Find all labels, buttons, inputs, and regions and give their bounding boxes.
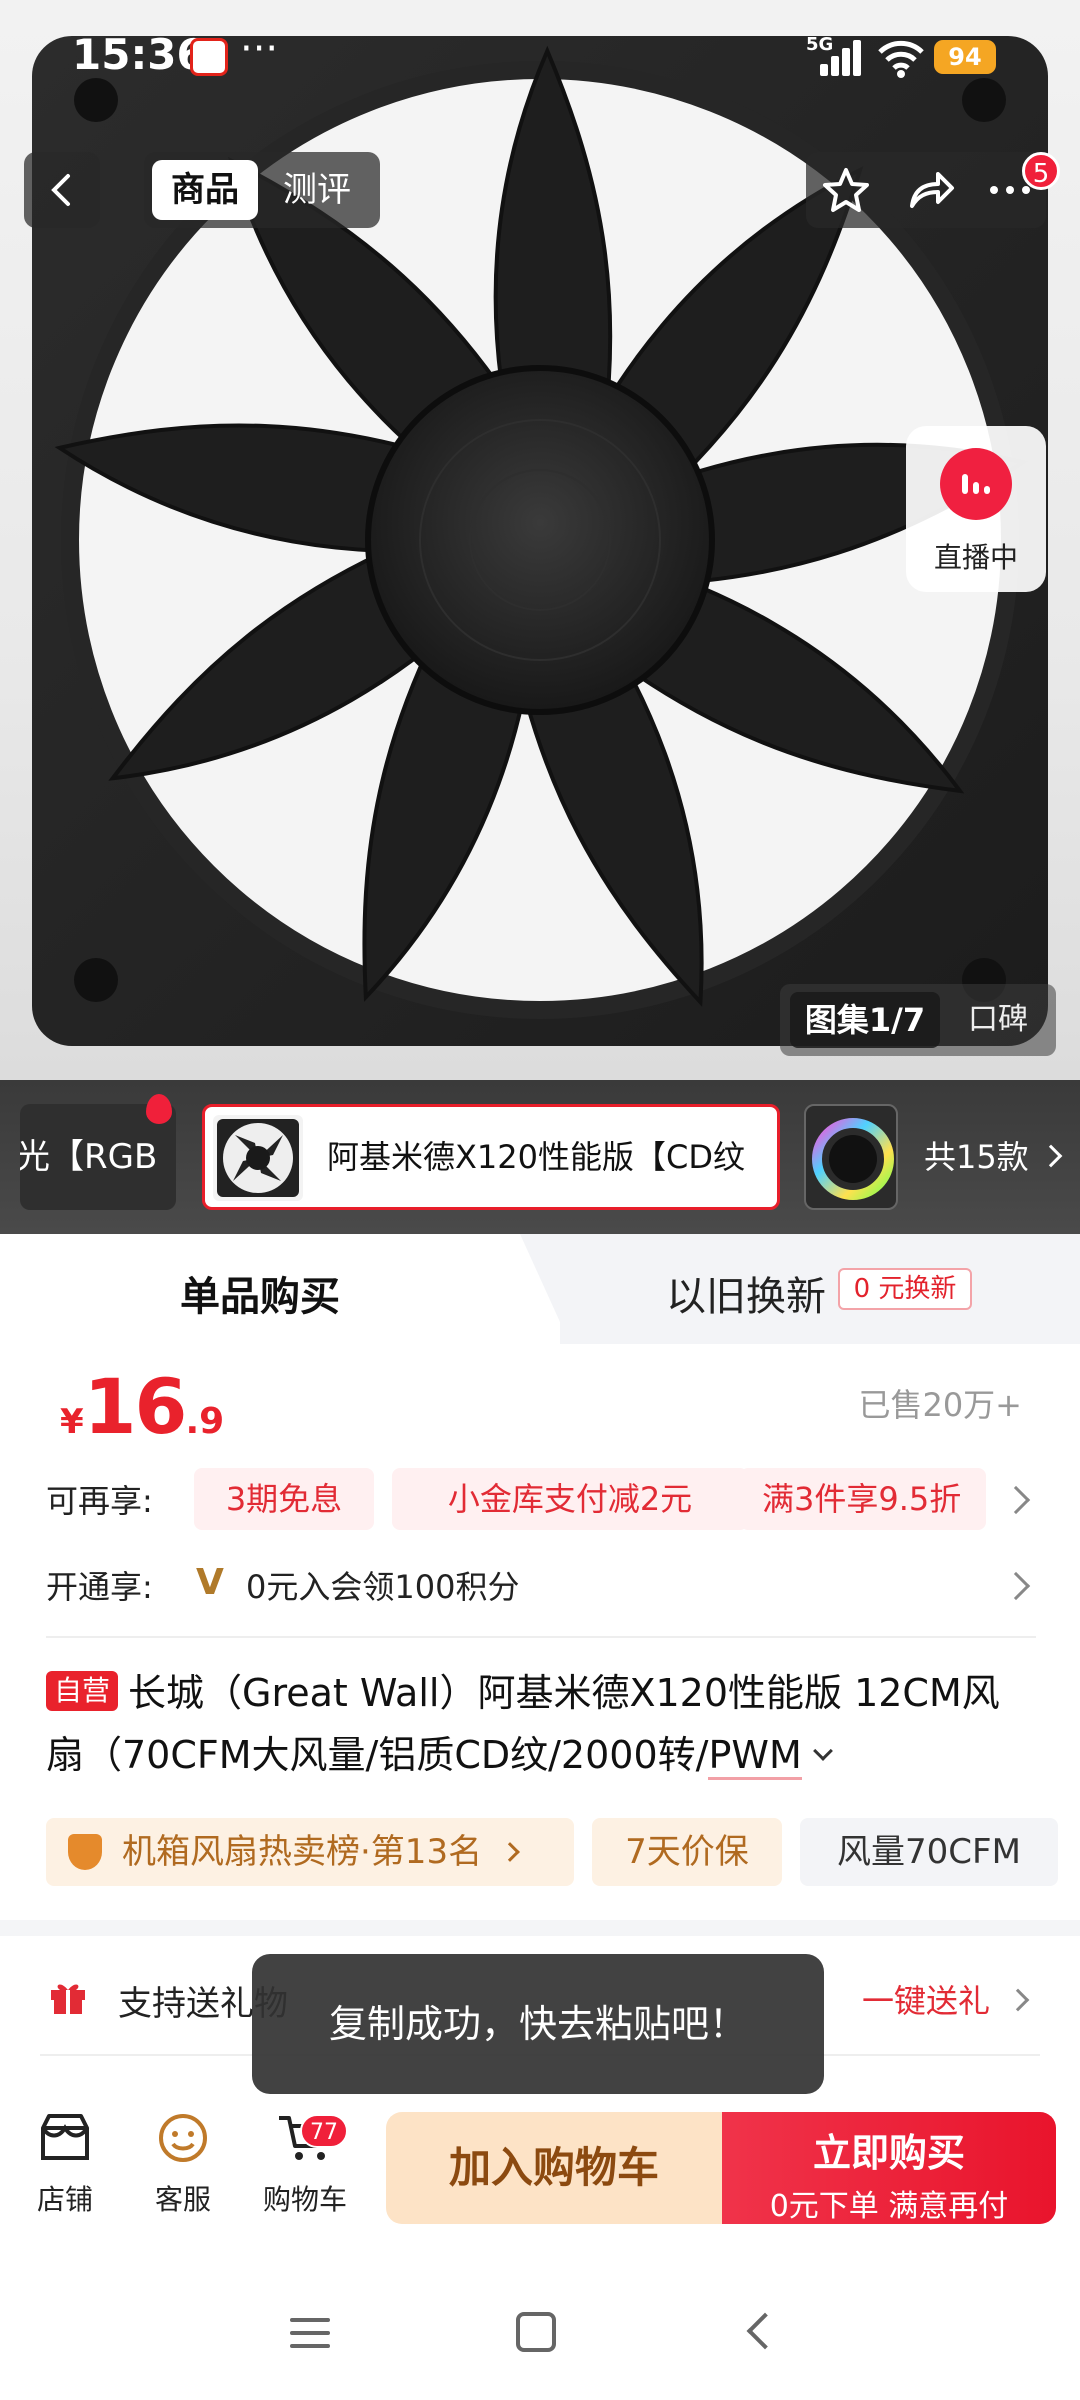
- reviews-tab[interactable]: 口碑: [950, 992, 1046, 1048]
- top-tab-switcher: 商品 测评: [144, 152, 380, 228]
- app-notification-icon: [190, 38, 228, 76]
- share-icon[interactable]: [904, 164, 956, 216]
- variant-strip: 光【RGB 阿基米德X120性能版【CD纹 共15款: [0, 1080, 1080, 1234]
- shop-button[interactable]: 店铺: [10, 2110, 120, 2218]
- divider: [46, 1636, 1036, 1638]
- back-nav-button[interactable]: [746, 2312, 784, 2350]
- promo-tag: 小金库支付减2元: [392, 1468, 748, 1530]
- sold-count: 已售20万+: [858, 1386, 1022, 1424]
- battery-indicator: 94: [934, 40, 996, 74]
- ranking-chip[interactable]: 机箱风扇热卖榜·第13名: [46, 1818, 574, 1886]
- add-to-cart-button[interactable]: 加入购物车: [386, 2112, 722, 2224]
- membership-row[interactable]: 开通享: V 0元入会领100积分: [46, 1550, 1036, 1620]
- chevron-right-icon: [1001, 1485, 1031, 1515]
- status-time: 15:36: [72, 30, 206, 79]
- promo-tag: 3期免息: [194, 1468, 374, 1530]
- cart-label: 购物车: [262, 2183, 347, 2216]
- customer-service-button[interactable]: 客服: [128, 2110, 238, 2218]
- star-icon[interactable]: [820, 164, 872, 216]
- status-bar: 15:36 ··· 5G 94: [0, 0, 1080, 120]
- gallery-switcher: 图集1/7 口碑: [780, 984, 1056, 1056]
- more-notifications-icon: ···: [240, 26, 279, 72]
- price: ¥16.9: [60, 1362, 224, 1451]
- tab-review[interactable]: 测评: [262, 160, 372, 220]
- send-gift-link[interactable]: 一键送礼: [862, 1976, 1030, 2022]
- variant-count: 共15款: [924, 1138, 1029, 1176]
- top-actions: [806, 152, 1046, 228]
- variant-count-link[interactable]: 共15款: [924, 1104, 1063, 1210]
- chevron-left-icon: [51, 174, 70, 206]
- message-badge: 5: [1022, 152, 1060, 190]
- product-title[interactable]: 自营 长城（Great Wall）阿基米德X120性能版 12CM风扇（70CFM…: [46, 1662, 1036, 1786]
- recent-apps-button[interactable]: [290, 2318, 330, 2357]
- rgb-fan-thumbnail: [812, 1118, 894, 1200]
- live-label: 直播中: [933, 541, 1018, 574]
- promo-tag: 满3件享9.5折: [740, 1468, 986, 1530]
- airflow-spec-chip[interactable]: 风量70CFM: [800, 1818, 1058, 1886]
- home-button[interactable]: [516, 2312, 556, 2352]
- price-currency: ¥: [60, 1402, 84, 1442]
- ranking-medal-icon: [68, 1834, 102, 1870]
- vip-icon: V: [196, 1562, 224, 1603]
- product-image-gallery[interactable]: 15:36 ··· 5G 94 商品 测评 5 直播中 图集1/7 口碑: [0, 0, 1080, 1080]
- cart-count-badge: 77: [300, 2114, 348, 2148]
- tab-trade-in[interactable]: 以旧换新: [666, 1264, 826, 1322]
- product-details: ¥16.9 已售20万+ 可再享: 3期免息 小金库支付减2元 满3件享9.5折…: [0, 1344, 1080, 1920]
- hot-flame-icon: [146, 1094, 172, 1124]
- price-guarantee-chip[interactable]: 7天价保: [592, 1818, 782, 1886]
- product-title-tail: PWM: [708, 1733, 802, 1780]
- variant-option[interactable]: [804, 1104, 898, 1210]
- tab-product[interactable]: 商品: [152, 160, 258, 220]
- variant-thumbnail: [213, 1115, 303, 1201]
- price-decimal: .9: [185, 1401, 225, 1442]
- live-stream-button[interactable]: 直播中: [906, 426, 1046, 592]
- variant-label: 阿基米德X120性能版【CD纹: [327, 1138, 745, 1176]
- gift-icon: [51, 1984, 85, 2014]
- store-icon: [41, 2114, 89, 2160]
- membership-label: 开通享:: [46, 1568, 153, 1606]
- chevron-right-icon: [499, 1842, 520, 1862]
- purchase-mode-tabs: 单品购买 以旧换新 0 元换新: [0, 1234, 1080, 1344]
- buy-now-sublabel: 0元下单 满意再付: [769, 2189, 1009, 2224]
- chevron-right-icon: [1001, 1571, 1031, 1601]
- promotions-row[interactable]: 可再享: 3期免息 小金库支付减2元 满3件享9.5折: [46, 1464, 1036, 1534]
- signal-icon: [820, 40, 864, 76]
- copy-success-toast: 复制成功，快去粘贴吧！: [252, 1954, 824, 2094]
- wifi-icon: [878, 40, 924, 78]
- ranking-text: 机箱风扇热卖榜·第13名: [122, 1832, 483, 1872]
- send-gift-label: 一键送礼: [862, 1982, 991, 2020]
- system-navigation-bar: [0, 2256, 1080, 2400]
- membership-offer: 0元入会领100积分: [246, 1568, 520, 1606]
- service-label: 客服: [154, 2183, 211, 2216]
- chevron-right-icon: [1039, 1144, 1063, 1168]
- variant-option-selected[interactable]: 阿基米德X120性能版【CD纹: [202, 1104, 780, 1210]
- buy-now-label: 立即购买: [812, 2131, 965, 2175]
- promotions-label: 可再享:: [46, 1482, 153, 1520]
- tab-single-label: 单品购买: [180, 1274, 340, 1320]
- product-title-text: 长城（Great Wall）阿基米德X120性能版 12CM风扇（70CFM大风…: [46, 1671, 1000, 1777]
- chevron-down-icon[interactable]: [812, 1741, 833, 1761]
- chevron-right-icon: [1006, 1988, 1030, 2012]
- trade-in-badge: 0 元换新: [838, 1268, 972, 1310]
- customer-service-icon: [159, 2114, 207, 2162]
- back-button[interactable]: [24, 152, 100, 228]
- self-operated-badge: 自营: [46, 1671, 119, 1711]
- gallery-tab[interactable]: 图集1/7: [790, 992, 940, 1048]
- live-icon: [940, 448, 1012, 520]
- section-gap: [0, 1920, 1080, 1936]
- price-integer: 16: [83, 1362, 188, 1451]
- shop-label: 店铺: [36, 2183, 93, 2216]
- buy-now-button[interactable]: 立即购买 0元下单 满意再付: [722, 2112, 1056, 2224]
